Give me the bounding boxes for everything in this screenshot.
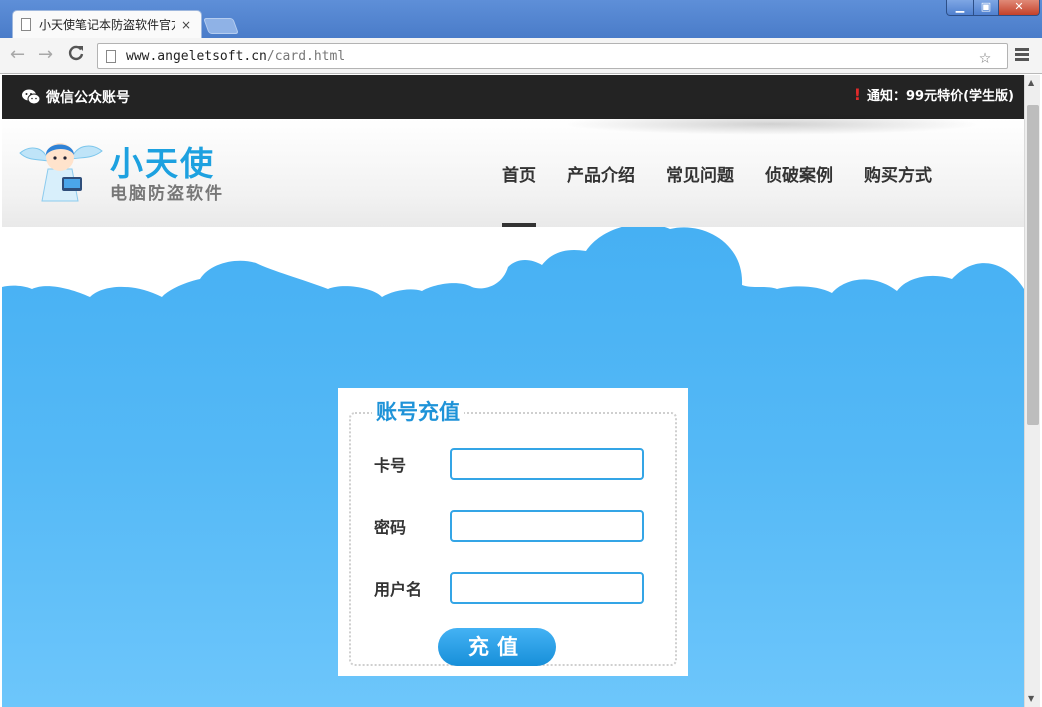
notice-text: 通知：99元特价(学生版): [867, 89, 1014, 104]
back-icon[interactable]: ←: [10, 45, 25, 65]
page-icon: [106, 49, 116, 63]
password-label: 密码: [374, 518, 407, 537]
document-icon: [21, 18, 31, 31]
tab-close-icon[interactable]: ×: [181, 18, 191, 32]
form-title: 账号充值: [372, 396, 464, 426]
password-input[interactable]: [450, 510, 644, 542]
recharge-card: 账号充值 卡号 密码 用户名 充值: [338, 388, 688, 676]
nav-item-purchase[interactable]: 购买方式: [864, 119, 932, 227]
site-topbar: 微信公众账号 ! 通知：99元特价(学生版): [2, 75, 1024, 119]
username-label: 用户名: [374, 580, 423, 599]
page-viewport: 微信公众账号 ! 通知：99元特价(学生版) 小天使 电脑防盗软件 首页 产品介…: [2, 75, 1024, 707]
wechat-icon: [22, 89, 40, 105]
vertical-scrollbar[interactable]: ▲ ▼: [1024, 75, 1040, 707]
recharge-submit-button[interactable]: 充值: [438, 628, 556, 666]
angel-logo: [19, 143, 103, 202]
new-tab-button[interactable]: [203, 18, 239, 34]
wechat-label: 微信公众账号: [46, 90, 130, 106]
star-icon[interactable]: ☆: [979, 45, 991, 67]
reload-icon[interactable]: [68, 45, 84, 65]
username-row: 用户名: [374, 572, 644, 604]
card-number-label: 卡号: [374, 456, 407, 475]
menu-icon[interactable]: [1015, 48, 1029, 63]
forward-icon[interactable]: →: [38, 45, 53, 65]
window-maximize-button[interactable]: ▣: [973, 0, 999, 16]
nav-item-products[interactable]: 产品介绍: [567, 119, 635, 227]
logo-subtitle: 电脑防盗软件: [110, 184, 224, 204]
window-close-button[interactable]: ✕: [998, 0, 1040, 16]
scroll-up-icon[interactable]: ▲: [1028, 78, 1034, 87]
notice[interactable]: ! 通知：99元特价(学生版): [854, 85, 1014, 104]
url-path: /card.html: [266, 48, 346, 64]
browser-tab[interactable]: 小天使笔记本防盗软件官方 ×: [12, 10, 202, 38]
password-row: 密码: [374, 510, 644, 542]
username-input[interactable]: [450, 572, 644, 604]
url-host: www.angeletsoft.cn: [126, 48, 267, 64]
nav-item-faq[interactable]: 常见问题: [666, 119, 734, 227]
wechat-link[interactable]: 微信公众账号: [22, 87, 130, 107]
tab-title: 小天使笔记本防盗软件官方: [39, 18, 175, 32]
browser-titlebar: 小天使笔记本防盗软件官方 × ▁ ▣ ✕: [0, 0, 1042, 38]
nav-item-cases[interactable]: 侦破案例: [765, 119, 833, 227]
card-number-row: 卡号: [374, 448, 644, 480]
alert-icon: !: [853, 85, 862, 104]
site-logo[interactable]: 小天使 电脑防盗软件: [12, 135, 252, 205]
site-header: 小天使 电脑防盗软件 首页 产品介绍 常见问题 侦破案例 购买方式: [2, 113, 1024, 227]
main-nav: 首页 产品介绍 常见问题 侦破案例 购买方式: [502, 119, 963, 227]
logo-title: 小天使: [110, 144, 215, 183]
address-bar[interactable]: www.angeletsoft.cn/card.html ☆: [97, 43, 1008, 69]
cloud-shapes: [2, 227, 1024, 297]
scroll-down-icon[interactable]: ▼: [1028, 694, 1034, 703]
browser-toolbar: ← → www.angeletsoft.cn/card.html ☆: [0, 38, 1042, 74]
scrollbar-thumb[interactable]: [1027, 105, 1039, 425]
card-number-input[interactable]: [450, 448, 644, 480]
window-minimize-button[interactable]: ▁: [946, 0, 974, 16]
nav-item-home[interactable]: 首页: [502, 119, 536, 227]
